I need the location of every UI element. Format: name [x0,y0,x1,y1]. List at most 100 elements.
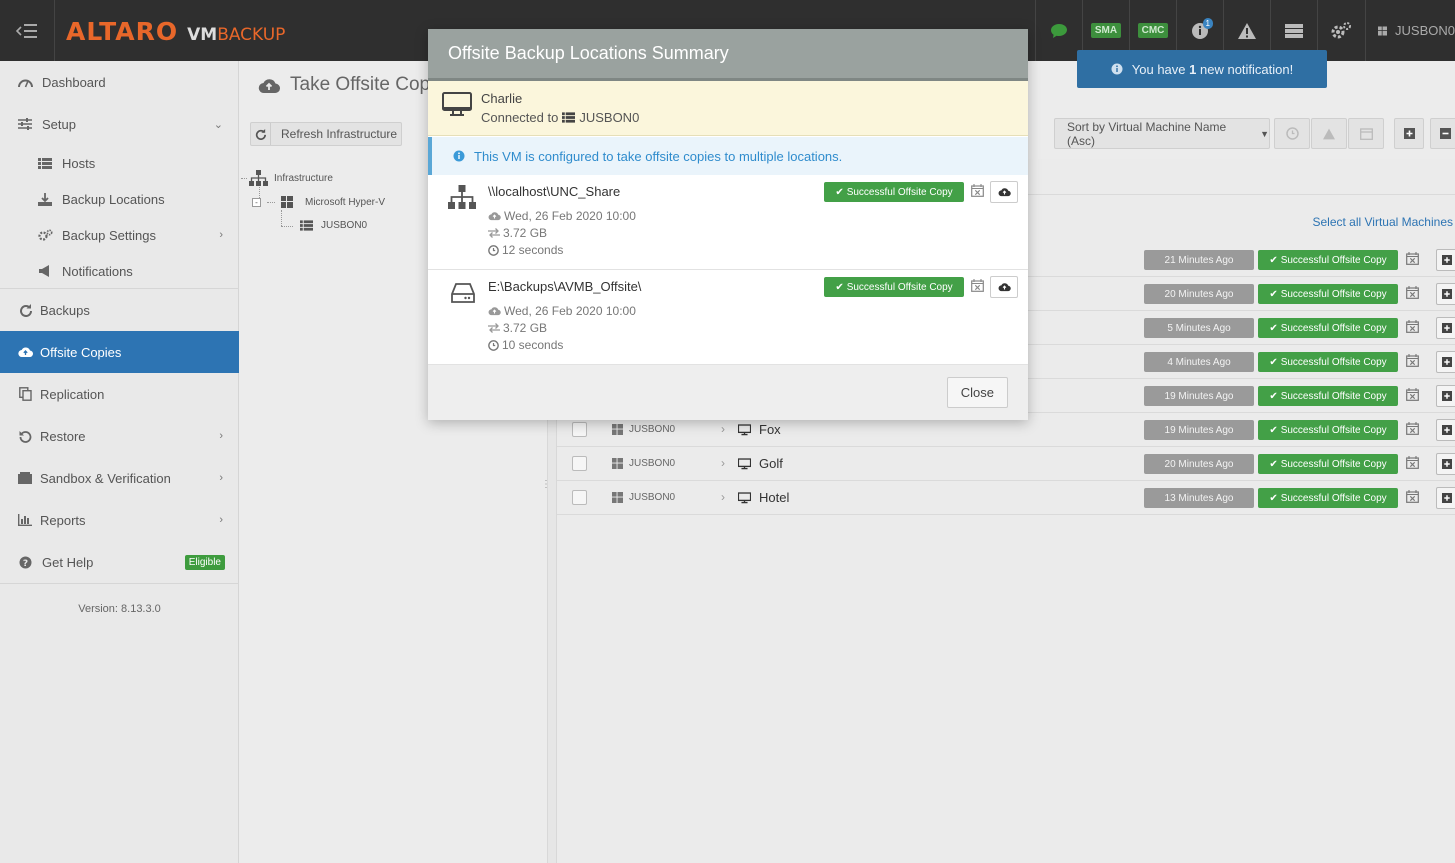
row-checkbox[interactable] [572,422,587,437]
calendar-x-icon[interactable] [1406,252,1419,265]
sidebar-divider [0,583,239,584]
refresh-infrastructure-button[interactable]: Refresh Infrastructure [250,122,402,146]
chevron-right-icon[interactable]: › [721,456,725,470]
collapse-icon: - [252,197,261,207]
eligible-badge: Eligible [184,554,225,570]
expand-row-button[interactable] [1436,453,1455,475]
vm-name: Charlie [481,91,523,106]
expand-row-button[interactable] [1436,419,1455,441]
logo-backup: BACKUP [217,25,286,45]
sort-dropdown[interactable]: Sort by Virtual Machine Name (Asc) ▼ [1054,118,1270,149]
sidebar-label-notifications: Notifications [62,263,133,279]
windows-icon [1378,25,1388,36]
expand-row-button[interactable] [1436,317,1455,339]
offsite-copy-now-button[interactable] [990,181,1018,203]
calendar-x-icon[interactable] [1406,320,1419,333]
connected-host: JUSBON0 [579,110,640,125]
sidebar-item-backup-locations[interactable]: Backup Locations [0,188,239,210]
chat-icon [1051,23,1067,38]
menu-toggle-icon[interactable] [0,0,55,61]
tree-hyperv[interactable]: - Microsoft Hyper-V [252,196,385,208]
filter-calendar-button[interactable] [1348,118,1384,149]
check-icon: ✔ [1269,390,1278,402]
tree-host-jusbon0[interactable]: JUSBON0 [300,220,367,231]
table-row[interactable]: JUSBON0 › Golf 20 Minutes Ago ✔ Successful Of… [557,447,1455,481]
status-text: Successful Offsite Copy [1280,288,1387,300]
row-checkbox[interactable] [572,456,587,471]
user-menu[interactable]: JUSBON0 [1365,0,1455,61]
sidebar-item-backup-settings[interactable]: Backup Settings › [0,224,239,246]
version-text: Version: 8.13.3.0 [78,603,161,615]
calendar-x-icon[interactable] [1406,490,1419,503]
expand-all-button[interactable] [1394,118,1424,149]
filter-warning-button[interactable] [1311,118,1347,149]
gears-icon [37,227,53,243]
logo-vm: VM [187,25,218,45]
calendar-x-icon[interactable] [1406,456,1419,469]
calendar-x-icon[interactable] [1406,354,1419,367]
sidebar-item-sandbox[interactable]: Sandbox & Verification › [0,467,239,489]
plus-icon [1442,493,1452,503]
table-row[interactable]: JUSBON0 › Hotel 13 Minutes Ago ✔ Successful O… [557,481,1455,515]
sidebar-item-restore[interactable]: Restore › [0,425,239,447]
sidebar-item-reports[interactable]: Reports › [0,509,239,531]
row-host-name: JUSBON0 [629,424,676,435]
row-checkbox[interactable] [572,490,587,505]
monitor-icon [442,92,472,116]
sidebar-item-setup[interactable]: Setup ⌄ [0,113,239,135]
sidebar-item-dashboard[interactable]: Dashboard [0,71,239,93]
expand-row-button[interactable] [1436,249,1455,271]
location-duration: 12 seconds [488,243,563,257]
collapse-all-button[interactable] [1430,118,1455,149]
sidebar-item-notifications[interactable]: Notifications [0,260,239,282]
sidebar-item-backups[interactable]: Backups [0,299,239,321]
chat-button[interactable] [1035,0,1082,61]
calendar-x-icon[interactable] [1406,422,1419,435]
cloud-upload-icon [488,307,501,316]
status-text: Successful Offsite Copy [1280,356,1387,368]
notification-toast[interactable]: You have 1 new notification! [1077,50,1327,88]
expand-row-button[interactable] [1436,385,1455,407]
check-icon: ✔ [1269,458,1278,470]
offsite-copy-now-button[interactable] [990,276,1018,298]
sidebar-label-reports: Reports [40,512,86,528]
location-size: 3.72 GB [488,321,547,335]
expand-row-button[interactable] [1436,351,1455,373]
tree-label-host: JUSBON0 [321,220,368,231]
sidebar-item-replication[interactable]: Replication [0,383,239,405]
row-vm-name: Fox [759,422,781,437]
calendar-x-icon[interactable] [1406,388,1419,401]
status-text: Successful Offsite Copy [846,186,953,198]
tree-connector [241,178,247,179]
calendar-x-icon[interactable] [971,184,984,197]
expand-row-button[interactable] [1436,487,1455,509]
filter-clock-button[interactable] [1274,118,1310,149]
sidebar-item-get-help[interactable]: ? Get Help Eligible [0,551,239,573]
check-icon: ✔ [1269,424,1278,436]
clock-icon [488,244,499,256]
sidebar-item-hosts[interactable]: Hosts [0,152,239,174]
expand-row-button[interactable] [1436,283,1455,305]
page-title-text: Take Offsite Copy [290,74,440,95]
clock-icon [1285,127,1299,140]
cloud-upload-icon [258,78,280,93]
close-button[interactable]: Close [946,377,1008,408]
sidebar-item-offsite-copies[interactable]: Offsite Copies [0,331,239,373]
calendar-x-icon[interactable] [971,279,984,292]
calendar-icon [1359,128,1373,140]
chevron-right-icon[interactable]: › [721,422,725,436]
status-badge: ✔ Successful Offsite Copy [1258,454,1398,474]
location-date: Wed, 26 Feb 2020 10:00 [488,304,636,318]
plus-icon [1442,255,1452,265]
chevron-right-icon: › [219,472,223,484]
tree-infrastructure[interactable]: Infrastructure [249,170,333,186]
calendar-x-icon[interactable] [1406,286,1419,299]
modal-title: Offsite Backup Locations Summary [448,43,729,63]
location-duration-text: 12 seconds [502,243,564,257]
chevron-down-icon: ⌄ [213,118,223,131]
cloud-upload-icon [488,212,501,221]
minus-icon [1439,128,1451,139]
select-all-link[interactable]: Select all Virtual Machines [1312,215,1453,229]
chevron-right-icon[interactable]: › [721,490,725,504]
status-badge: ✔ Successful Offsite Copy [824,277,964,297]
